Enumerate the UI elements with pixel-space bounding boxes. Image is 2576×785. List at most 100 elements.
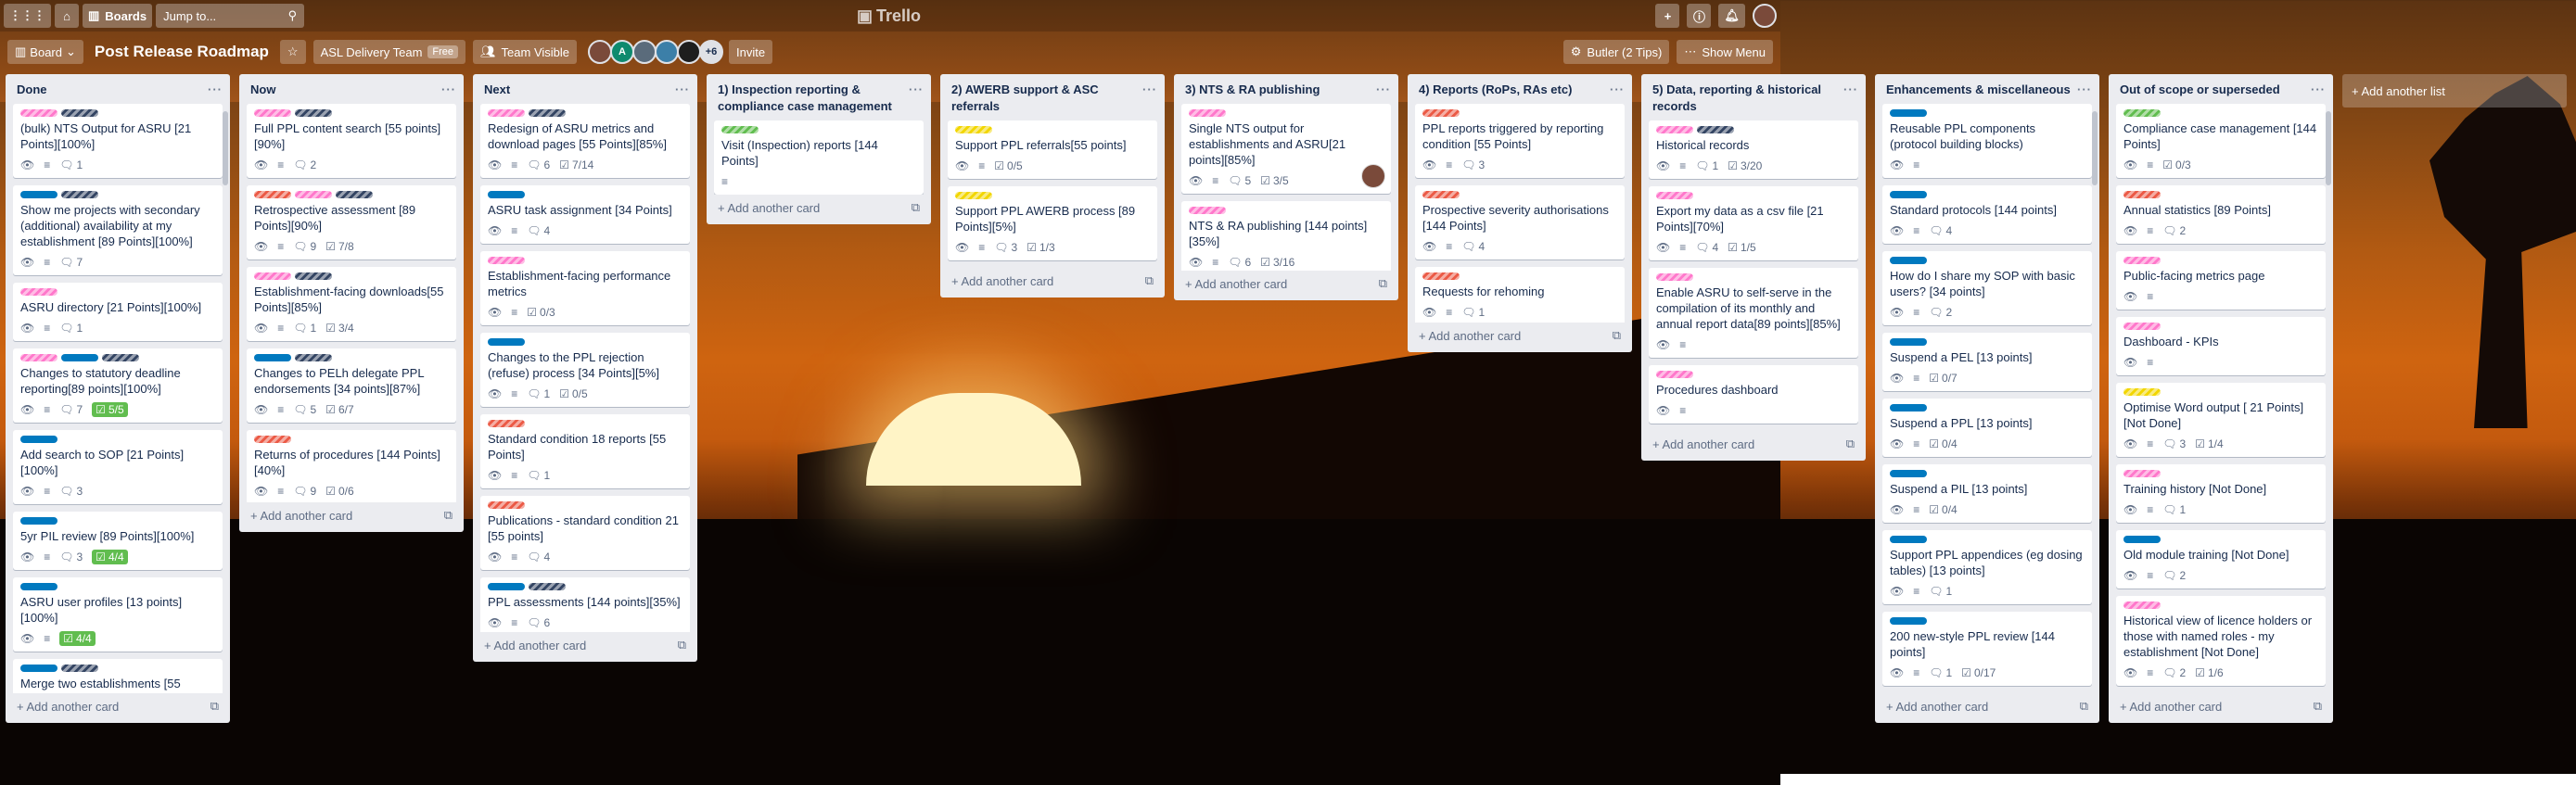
label-pink[interactable] [20, 288, 57, 296]
card-template-icon[interactable]: ⧉ [2314, 699, 2322, 714]
star-button[interactable]: ☆ [279, 40, 306, 64]
label-blue[interactable] [1890, 109, 1927, 117]
card[interactable]: Standard condition 18 reports [55 Points… [480, 414, 690, 488]
card[interactable]: Changes to the PPL rejection (refuse) pr… [480, 333, 690, 407]
card[interactable]: Retrospective assessment [89 Points][90%… [247, 185, 456, 260]
card[interactable]: Suspend a PIL [13 points] 👁︎ ≡ ☑ 0/4 [1882, 464, 2092, 523]
label-red[interactable] [254, 436, 291, 443]
card[interactable]: Changes to statutory deadline reporting[… [13, 348, 223, 423]
card[interactable]: Standard protocols [144 points] 👁︎ ≡ 🗨︎ 4 [1882, 185, 2092, 244]
card[interactable]: NTS & RA publishing [144 points][35%] 👁︎ ≡… [1181, 201, 1391, 271]
info-icon[interactable]: ⓘ [1687, 4, 1712, 28]
list-scrollbar[interactable] [2092, 111, 2098, 185]
label-pink[interactable] [1189, 207, 1226, 214]
label-navy[interactable] [61, 665, 98, 672]
more-members-badge[interactable]: +6 [699, 40, 724, 64]
card-template-icon[interactable]: ⧉ [1846, 437, 1855, 451]
label-blue[interactable] [488, 583, 525, 590]
label-pink[interactable] [2123, 470, 2161, 477]
label-yellow[interactable] [955, 192, 992, 199]
list-scrollbar[interactable] [223, 111, 228, 185]
label-pink[interactable] [254, 109, 291, 117]
list-menu-icon[interactable]: ··· [1142, 82, 1157, 98]
label-blue[interactable] [20, 517, 57, 525]
label-pink[interactable] [2123, 257, 2161, 264]
list-menu-icon[interactable]: ··· [208, 82, 223, 98]
apps-icon[interactable]: ⋮⋮⋮ [4, 4, 51, 28]
board-title[interactable]: Post Release Roadmap [91, 43, 273, 61]
label-pink[interactable] [1656, 192, 1693, 199]
card[interactable]: Establishment-facing performance metrics… [480, 251, 690, 325]
card-template-icon[interactable]: ⧉ [1379, 276, 1387, 291]
label-pink[interactable] [1189, 109, 1226, 117]
label-red[interactable] [1422, 272, 1460, 280]
card[interactable]: Support PPL referrals[55 points] 👁︎ ≡ ☑ 0/5 [948, 120, 1157, 179]
member-avatar[interactable]: A [610, 40, 635, 64]
label-red[interactable] [1422, 109, 1460, 117]
list-title[interactable]: 1) Inspection reporting & compliance cas… [718, 82, 909, 115]
card[interactable]: Add search to SOP [21 Points][100%] 👁︎ ≡ 🗨︎… [13, 430, 223, 504]
add-card-button[interactable]: + Add another card ⧉ [1882, 693, 2092, 723]
card[interactable]: PPL reports triggered by reporting condi… [1415, 104, 1625, 178]
card[interactable]: Public-facing metrics page 👁︎ ≡ [2116, 251, 2326, 310]
label-pink[interactable] [20, 109, 57, 117]
label-navy[interactable] [529, 109, 566, 117]
list-title[interactable]: 4) Reports (RoPs, RAs etc) [1419, 82, 1572, 98]
list-menu-icon[interactable]: ··· [1843, 82, 1858, 98]
label-green[interactable] [721, 126, 759, 133]
add-card-button[interactable]: + Add another card ⧉ [247, 502, 456, 532]
label-blue[interactable] [2123, 536, 2161, 543]
add-list-button[interactable]: + Add another list [2342, 74, 2567, 108]
card[interactable]: Support PPL appendices (eg dosing tables… [1882, 530, 2092, 604]
label-navy[interactable] [61, 109, 98, 117]
label-pink[interactable] [1656, 126, 1693, 133]
add-card-button[interactable]: + Add another card ⧉ [1415, 323, 1625, 352]
list-title[interactable]: Enhancements & miscellaneous [1886, 82, 2071, 98]
card[interactable]: Redesign of ASRU metrics and download pa… [480, 104, 690, 178]
card-template-icon[interactable]: ⧉ [1145, 273, 1154, 288]
card-template-icon[interactable]: ⧉ [1613, 328, 1621, 343]
list-title[interactable]: 3) NTS & RA publishing [1185, 82, 1320, 98]
list-menu-icon[interactable]: ··· [2311, 82, 2326, 98]
list-menu-icon[interactable]: ··· [441, 82, 456, 98]
list-menu-icon[interactable]: ··· [2077, 82, 2092, 98]
card-template-icon[interactable]: ⧉ [2080, 699, 2088, 714]
butler-button[interactable]: ⚙ Butler (2 Tips) [1562, 40, 1670, 64]
label-blue[interactable] [1890, 191, 1927, 198]
card[interactable]: Historical records 👁︎ ≡ 🗨︎ 1 ☑ 3/20 [1649, 120, 1858, 179]
label-blue[interactable] [61, 354, 98, 361]
label-blue[interactable] [20, 665, 57, 672]
card[interactable]: Export my data as a csv file [21 Points]… [1649, 186, 1858, 260]
list-title[interactable]: Now [250, 82, 275, 98]
add-card-button[interactable]: + Add another card ⧉ [1181, 271, 1391, 300]
card[interactable]: Prospective severity authorisations [144… [1415, 185, 1625, 260]
label-navy[interactable] [1697, 126, 1734, 133]
card[interactable]: Establishment-facing downloads[55 Points… [247, 267, 456, 341]
card-member-avatar[interactable] [1361, 164, 1385, 188]
label-red[interactable] [1422, 191, 1460, 198]
label-pink[interactable] [1656, 371, 1693, 378]
card[interactable]: Single NTS output for establishments and… [1181, 104, 1391, 194]
list-menu-icon[interactable]: ··· [1610, 82, 1625, 98]
visibility-button[interactable]: 👥︎ Team Visible [473, 40, 578, 64]
card[interactable]: Returns of procedures [144 Points][40%] 👁… [247, 430, 456, 502]
label-pink[interactable] [20, 354, 57, 361]
label-navy[interactable] [61, 191, 98, 198]
card[interactable]: Old module training [Not Done] 👁︎ ≡ 🗨︎ 2 [2116, 530, 2326, 589]
label-navy[interactable] [295, 272, 332, 280]
card[interactable]: Compliance case management [144 Points] 👁… [2116, 104, 2326, 178]
add-card-button[interactable]: + Add another card ⧉ [948, 268, 1157, 298]
list-title[interactable]: Next [484, 82, 510, 98]
add-card-button[interactable]: + Add another card ⧉ [13, 693, 223, 723]
invite-button[interactable]: Invite [729, 40, 773, 64]
label-navy[interactable] [336, 191, 373, 198]
member-avatar[interactable] [632, 40, 657, 64]
card[interactable]: Annual statistics [89 Points] 👁︎ ≡ 🗨︎ 2 [2116, 185, 2326, 244]
create-icon[interactable]: + [1655, 4, 1680, 28]
list-title[interactable]: 2) AWERB support & ASC referrals [951, 82, 1142, 115]
home-icon[interactable]: ⌂ [55, 4, 79, 28]
label-red[interactable] [254, 191, 291, 198]
list-menu-icon[interactable]: ··· [909, 82, 924, 98]
boards-button[interactable]: ▥ Boards [83, 4, 153, 28]
card[interactable]: Requests for rehoming 👁︎ ≡ 🗨︎ 1 [1415, 267, 1625, 323]
